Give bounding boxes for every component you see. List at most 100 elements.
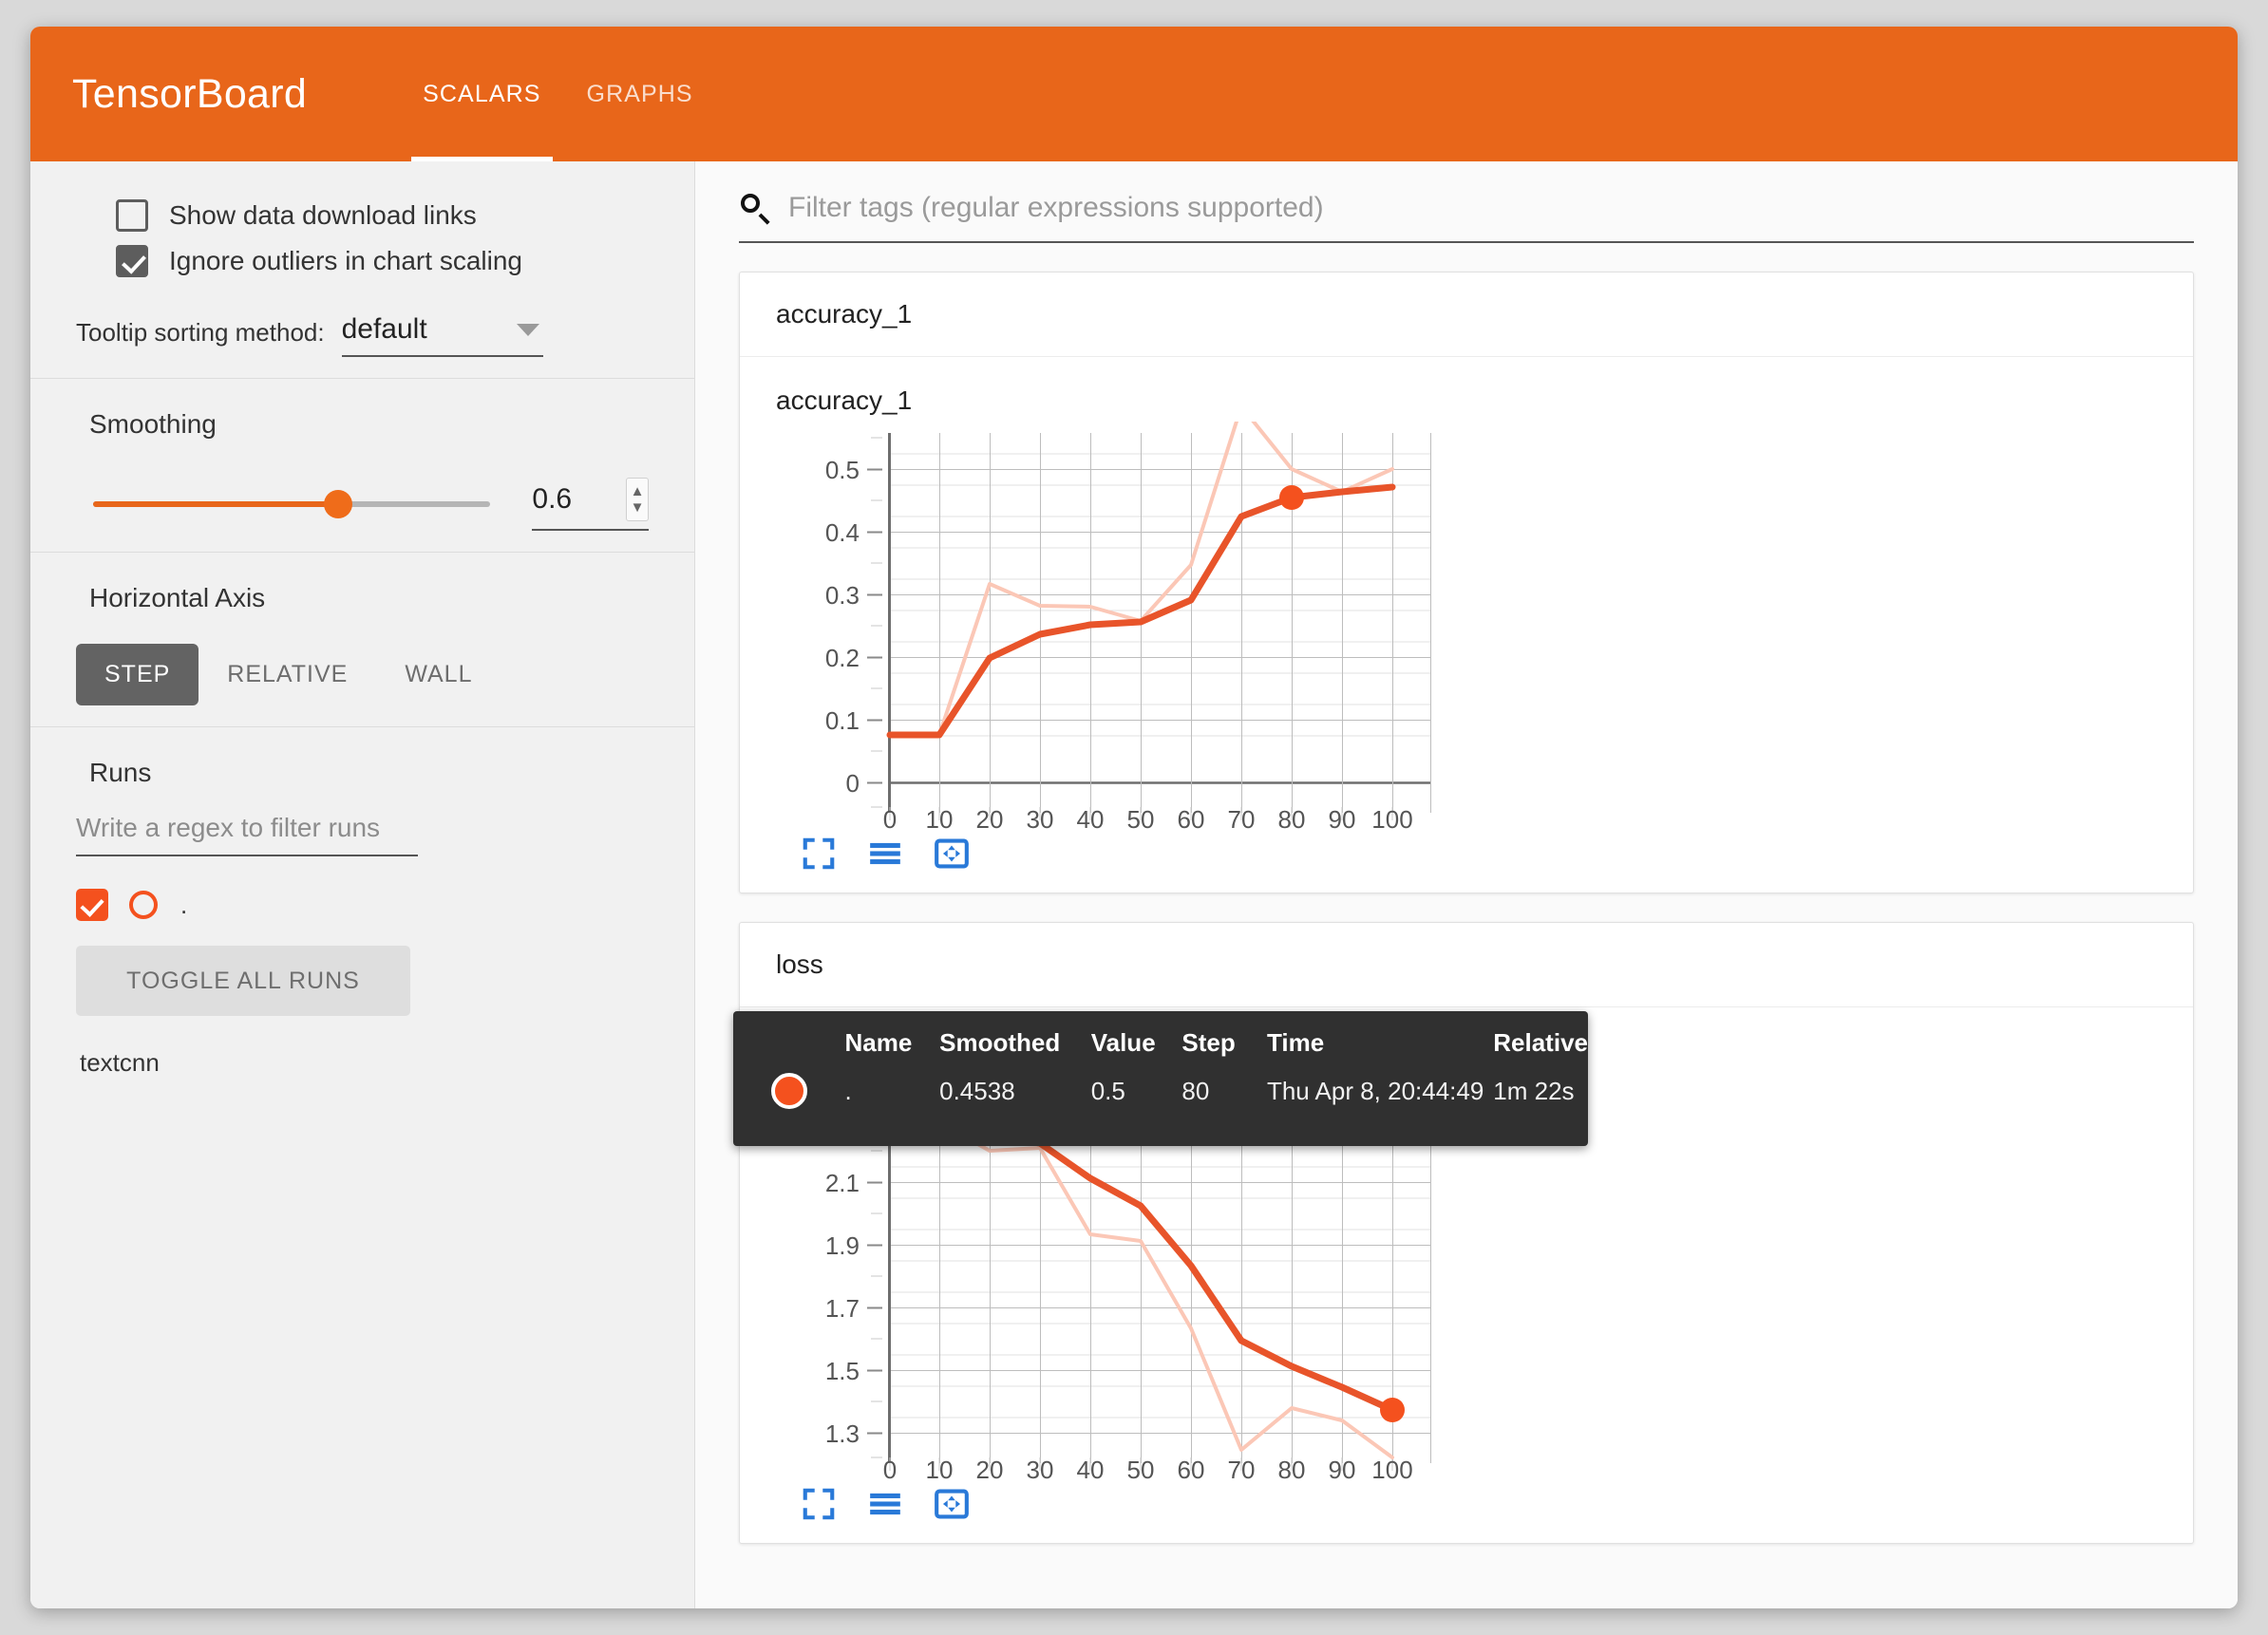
settings-sidebar: Show data download links Ignore outliers…	[30, 161, 695, 1608]
smoothing-value: 0.6	[532, 483, 572, 516]
main-nav-tabs: SCALARS GRAPHS	[400, 27, 716, 161]
display-options-section: Show data download links Ignore outliers…	[30, 161, 694, 379]
tooltip-sorting-select[interactable]: default	[342, 313, 543, 357]
y-tick-1.9: 1.9	[825, 1231, 860, 1260]
data-table-icon[interactable]	[867, 836, 903, 872]
x-tick-10: 10	[926, 1456, 954, 1480]
highlight-point-loss	[1380, 1398, 1405, 1422]
x-tick-50: 50	[1127, 805, 1155, 830]
tooltip-value-step: 80	[1181, 1067, 1267, 1126]
data-table-icon[interactable]	[867, 1486, 903, 1522]
axis-option-step[interactable]: STEP	[76, 644, 198, 705]
horizontal-axis-title: Horizontal Axis	[89, 583, 649, 613]
chart-title-accuracy-1: accuracy_1	[776, 385, 2157, 416]
horizontal-axis-section: Horizontal Axis STEP RELATIVE WALL	[30, 553, 694, 727]
tab-scalars[interactable]: SCALARS	[400, 27, 563, 161]
card-header-accuracy-1[interactable]: accuracy_1	[740, 272, 2193, 357]
pan-fit-icon[interactable]	[934, 1486, 970, 1522]
x-tick-10: 10	[926, 805, 954, 830]
tooltip-col-relative: Relative	[1493, 1011, 1588, 1067]
axis-option-wall[interactable]: WALL	[376, 644, 501, 705]
show-download-links-label: Show data download links	[169, 200, 477, 231]
y-tick-0.1: 0.1	[825, 706, 860, 735]
x-tick-80: 80	[1278, 805, 1306, 830]
x-tick-90: 90	[1329, 1456, 1356, 1480]
x-tick-0: 0	[883, 1456, 897, 1480]
x-tick-70: 70	[1228, 1456, 1256, 1480]
highlight-point-accuracy	[1279, 485, 1304, 510]
horizontal-axis-options: STEP RELATIVE WALL	[76, 644, 649, 705]
run-checkbox[interactable]	[76, 889, 108, 921]
show-download-links-row[interactable]: Show data download links	[116, 199, 649, 232]
chart-toolbar-loss	[801, 1486, 2157, 1522]
smoothing-slider-knob[interactable]	[324, 490, 352, 518]
ignore-outliers-row[interactable]: Ignore outliers in chart scaling	[116, 245, 649, 277]
toggle-all-runs-button[interactable]: TOGGLE ALL RUNS	[76, 946, 410, 1016]
ignore-outliers-label: Ignore outliers in chart scaling	[169, 246, 522, 276]
run-directory-label: textcnn	[80, 1048, 649, 1078]
y-tick-1.7: 1.7	[825, 1294, 860, 1323]
runs-section: Runs Write a regex to filter runs . TOGG…	[30, 727, 694, 1099]
x-tick-30: 30	[1027, 1456, 1054, 1480]
tooltip-value-relative: 1m 22s	[1493, 1067, 1588, 1126]
y-tick-0: 0	[846, 769, 860, 798]
tooltip-col-step: Step	[1181, 1011, 1267, 1067]
fullscreen-icon[interactable]	[801, 836, 837, 872]
runs-filter-input[interactable]: Write a regex to filter runs	[76, 813, 418, 856]
smoothing-controls: 0.6 ▲ ▼	[76, 478, 649, 531]
smoothing-title: Smoothing	[89, 409, 649, 440]
x-tick-60: 60	[1178, 1456, 1205, 1480]
chevron-down-icon	[517, 324, 539, 336]
y-tick-2.1: 2.1	[825, 1169, 860, 1197]
run-item[interactable]: .	[76, 889, 649, 921]
runs-title: Runs	[89, 758, 649, 788]
tooltip-col-name: Name	[845, 1011, 940, 1067]
top-app-bar: TensorBoard SCALARS GRAPHS	[30, 27, 2238, 161]
tensorboard-app: TensorBoard SCALARS GRAPHS Show data dow…	[30, 27, 2238, 1608]
y-tick-0.4: 0.4	[825, 518, 860, 547]
smoothing-slider[interactable]	[93, 501, 490, 507]
pan-fit-icon[interactable]	[934, 836, 970, 872]
x-tick-0: 0	[883, 805, 897, 830]
x-tick-20: 20	[976, 805, 1004, 830]
smoothing-stepper[interactable]: ▲ ▼	[626, 478, 649, 521]
search-icon	[739, 192, 771, 224]
x-tick-40: 40	[1077, 805, 1105, 830]
card-body-accuracy-1: accuracy_1	[740, 357, 2193, 893]
stepper-up-icon[interactable]: ▲	[631, 483, 645, 499]
run-label: .	[180, 891, 187, 920]
x-tick-70: 70	[1228, 805, 1256, 830]
x-tick-50: 50	[1127, 1456, 1155, 1480]
fullscreen-icon[interactable]	[801, 1486, 837, 1522]
chart-hover-tooltip: Name Smoothed Value Step Time Relative .…	[733, 1011, 1588, 1146]
tooltip-col-time: Time	[1267, 1011, 1493, 1067]
smoothing-slider-fill	[93, 501, 338, 507]
tooltip-series-dot-icon	[771, 1073, 807, 1109]
x-tick-20: 20	[976, 1456, 1004, 1480]
tooltip-sorting-row: Tooltip sorting method: default	[76, 313, 649, 357]
card-header-loss[interactable]: loss	[740, 923, 2193, 1007]
chart-toolbar-accuracy-1	[801, 836, 2157, 872]
smoothing-number-field[interactable]: 0.6 ▲ ▼	[532, 478, 649, 531]
stepper-down-icon[interactable]: ▼	[631, 499, 645, 516]
tag-filter-input[interactable]: Filter tags (regular expressions support…	[788, 192, 1324, 224]
x-tick-80: 80	[1278, 1456, 1306, 1480]
chart-accuracy-1[interactable]: 0.5 0.4 0.3 0.2 0.1 0 0 10 20 30 40	[776, 422, 1441, 830]
tooltip-header-row: Name Smoothed Value Step Time Relative	[733, 1011, 1588, 1067]
ignore-outliers-checkbox[interactable]	[116, 245, 148, 277]
x-tick-90: 90	[1329, 805, 1356, 830]
tooltip-value-value: 0.5	[1091, 1067, 1182, 1126]
x-tick-100: 100	[1371, 1456, 1412, 1480]
x-tick-40: 40	[1077, 1456, 1105, 1480]
y-tick-1.5: 1.5	[825, 1357, 860, 1385]
tooltip-col-smoothed: Smoothed	[939, 1011, 1091, 1067]
tooltip-sorting-label: Tooltip sorting method:	[76, 318, 325, 357]
tooltip-sorting-value: default	[342, 313, 427, 346]
tooltip-value-smoothed: 0.4538	[939, 1067, 1091, 1126]
tab-graphs[interactable]: GRAPHS	[564, 27, 716, 161]
x-tick-30: 30	[1027, 805, 1054, 830]
run-color-circle-icon	[129, 891, 158, 919]
axis-option-relative[interactable]: RELATIVE	[198, 644, 376, 705]
tag-filter-bar[interactable]: Filter tags (regular expressions support…	[739, 192, 2194, 243]
show-download-links-checkbox[interactable]	[116, 199, 148, 232]
